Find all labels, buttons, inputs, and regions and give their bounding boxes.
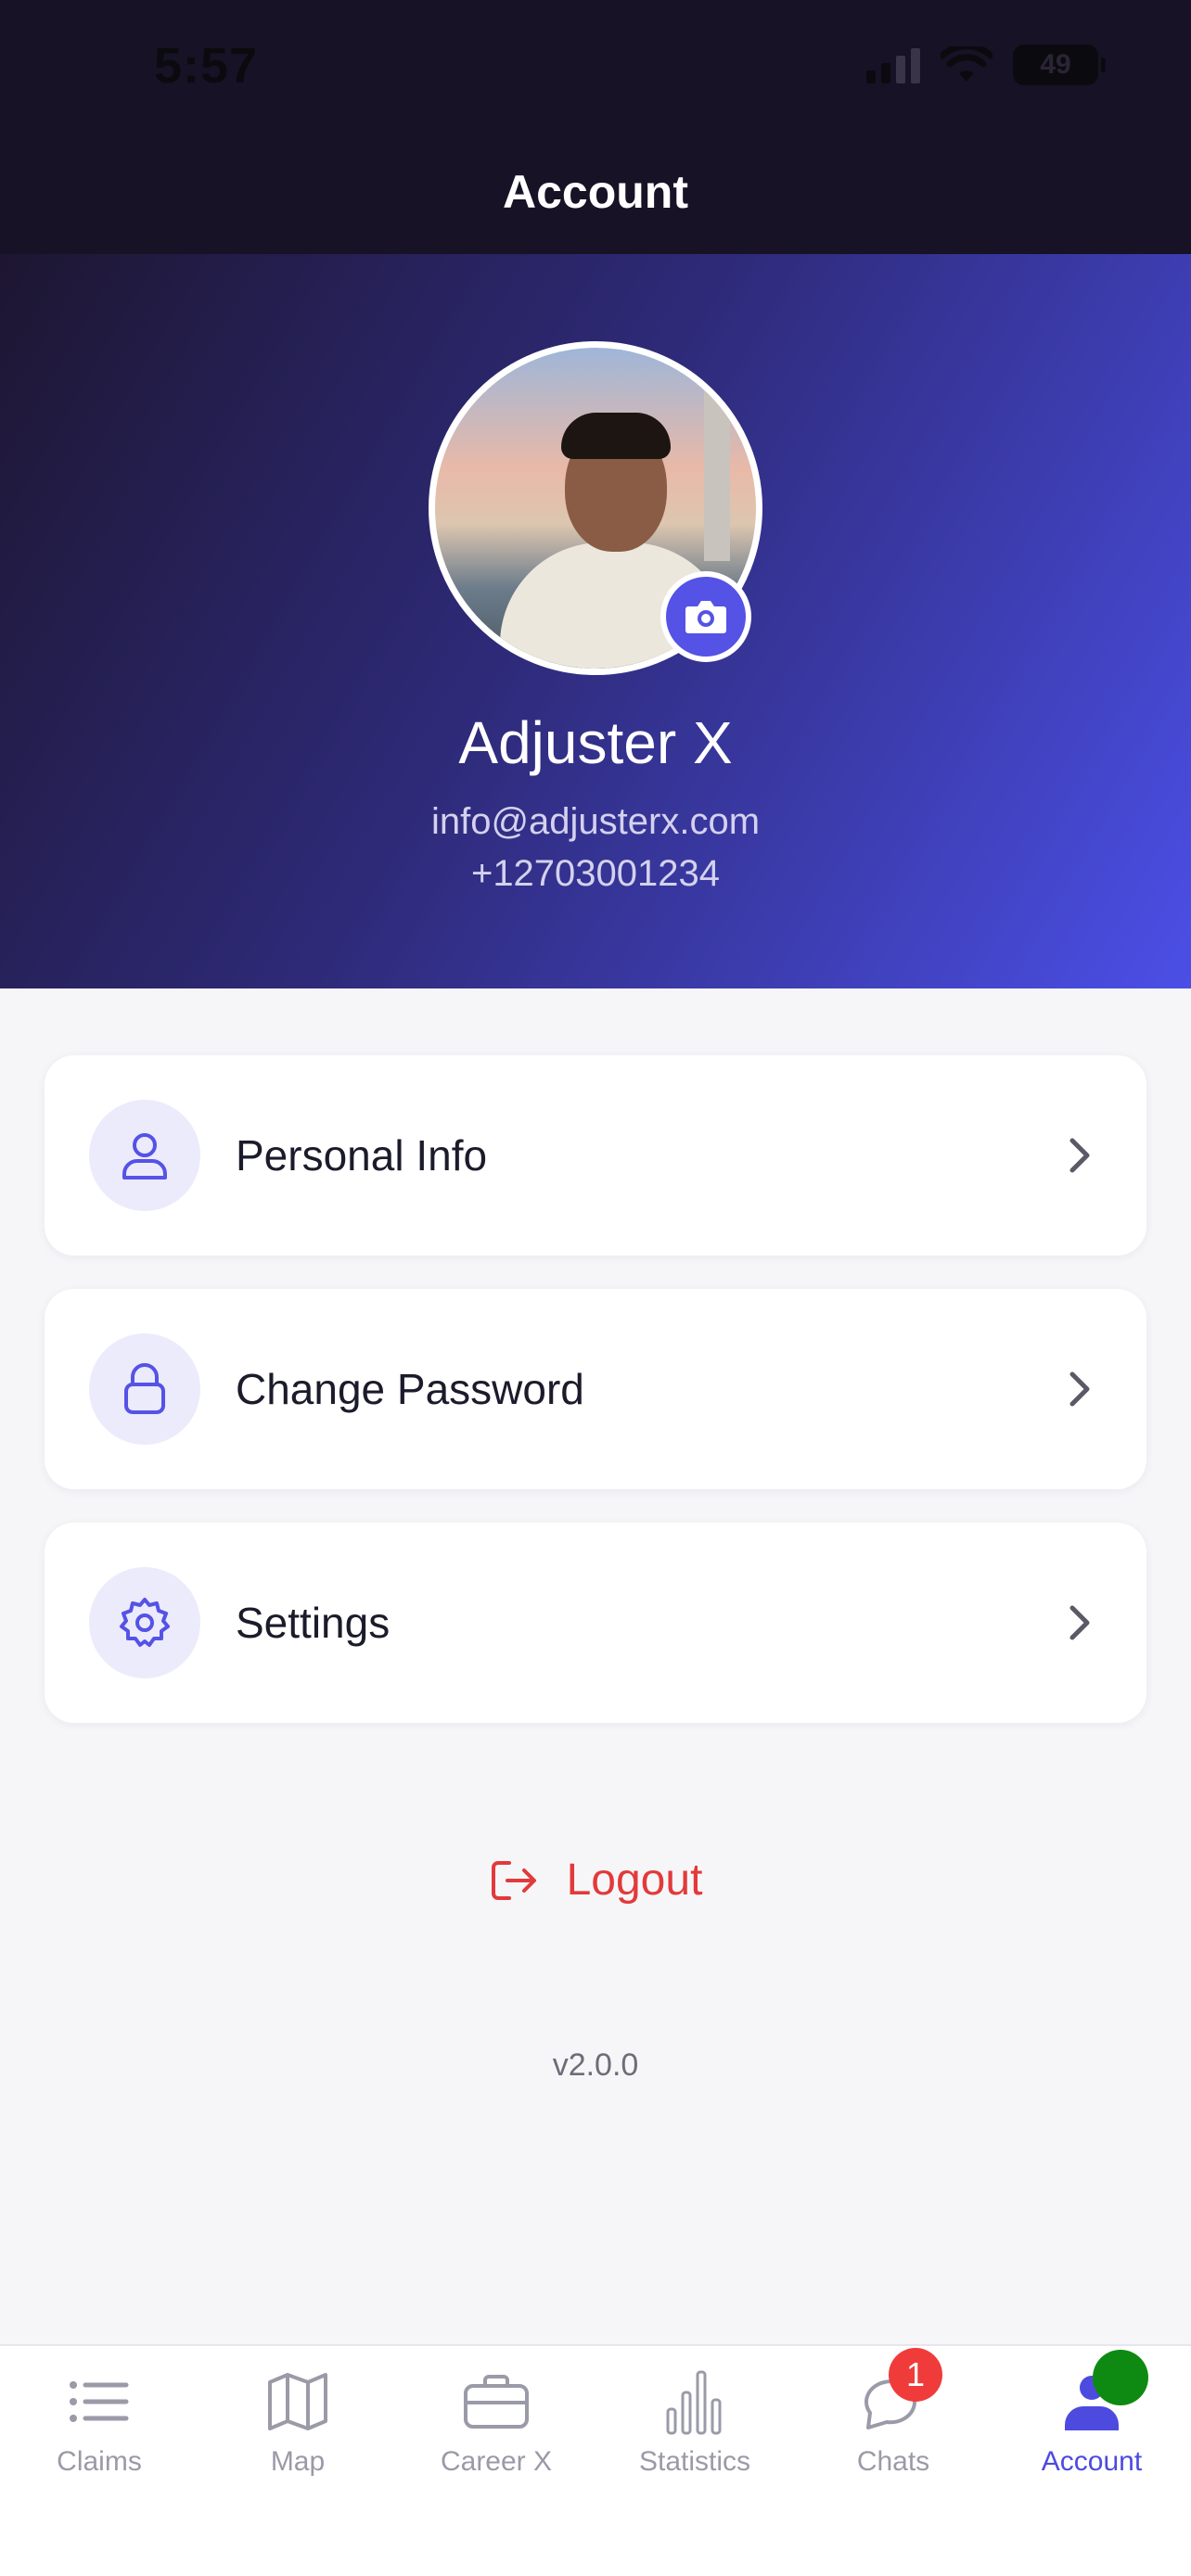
tab-label: Chats — [856, 2446, 930, 2477]
profile-header: Adjuster X info@adjusterx.com +127030012… — [0, 254, 1191, 988]
tab-career-x[interactable]: Career X — [397, 2365, 596, 2494]
online-status-dot — [1093, 2350, 1148, 2405]
tab-label: Map — [270, 2446, 326, 2477]
menu-item-label: Change Password — [236, 1365, 584, 1413]
wifi-icon — [941, 46, 992, 82]
tab-label: Claims — [57, 2446, 142, 2477]
avatar-container — [429, 341, 762, 675]
tab-label: Statistics — [638, 2446, 751, 2477]
lock-icon-circle — [89, 1333, 200, 1445]
profile-name: Adjuster X — [458, 709, 733, 776]
status-time: 5:57 — [154, 38, 259, 94]
battery-icon: 49 — [1013, 45, 1106, 85]
camera-icon — [685, 601, 726, 633]
tab-map[interactable]: Map — [198, 2365, 397, 2494]
chevron-right-icon — [1069, 1137, 1091, 1174]
menu-item-change-password[interactable]: Change Password — [45, 1289, 1146, 1489]
logout-button[interactable]: Logout — [0, 1855, 1191, 1906]
menu-item-label: Personal Info — [236, 1131, 488, 1180]
tab-statistics[interactable]: Statistics — [596, 2365, 794, 2494]
lock-icon — [124, 1363, 165, 1414]
user-icon-circle — [89, 1100, 200, 1211]
map-icon — [268, 2373, 327, 2430]
tab-bar: Claims Map Career X Statistics 1 Chats A… — [0, 2344, 1191, 2576]
gear-icon-circle — [89, 1567, 200, 1678]
bar-chart-icon — [666, 2370, 722, 2435]
menu-item-label: Settings — [236, 1599, 391, 1647]
page-title: Account — [503, 166, 688, 218]
list-icon — [70, 2381, 129, 2422]
tab-chats[interactable]: 1 Chats — [794, 2348, 992, 2494]
unread-badge: 1 — [889, 2348, 942, 2402]
logout-label: Logout — [566, 1855, 703, 1905]
battery-level: 49 — [1040, 49, 1071, 80]
menu-item-settings[interactable]: Settings — [45, 1523, 1146, 1723]
logout-icon — [491, 1860, 536, 1900]
tab-claims[interactable]: Claims — [0, 2365, 198, 2494]
status-icons: 49 — [866, 45, 1106, 85]
cellular-signal-icon — [866, 46, 920, 83]
top-bar: 5:57 49 Account — [0, 0, 1191, 254]
app-version: v2.0.0 — [552, 2047, 639, 2083]
tab-label: Career X — [440, 2446, 553, 2477]
user-icon — [122, 1133, 167, 1180]
menu-item-personal-info[interactable]: Personal Info — [45, 1055, 1146, 1256]
profile-email: info@adjusterx.com — [430, 801, 761, 842]
tab-label: Account — [1041, 2446, 1143, 2477]
change-photo-button[interactable] — [660, 571, 751, 662]
account-screen: 5:57 49 Account Adjuster X info@adjuster… — [0, 0, 1191, 2576]
chevron-right-icon — [1069, 1371, 1091, 1408]
chevron-right-icon — [1069, 1604, 1091, 1641]
briefcase-icon — [464, 2375, 529, 2429]
tab-account[interactable]: Account — [992, 2350, 1191, 2494]
profile-phone: +12703001234 — [470, 853, 721, 894]
gear-icon — [120, 1598, 170, 1647]
